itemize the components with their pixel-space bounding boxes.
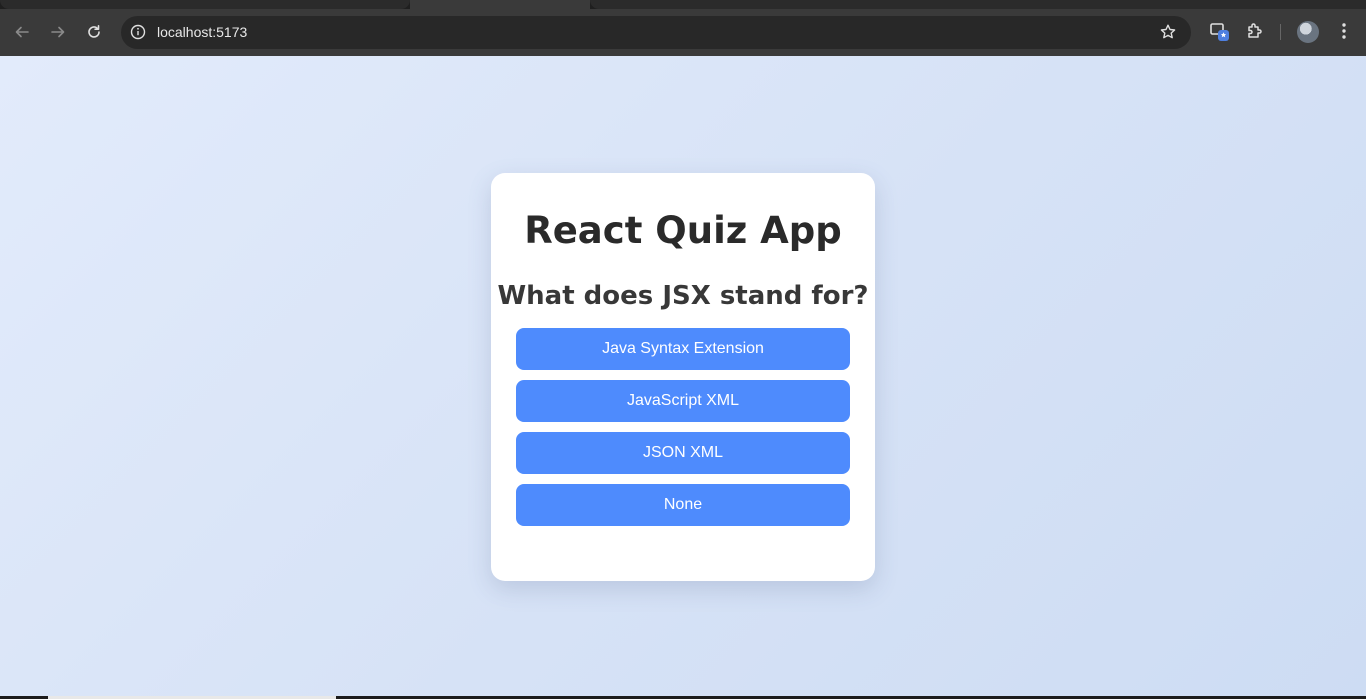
toolbar-divider [1280, 24, 1281, 40]
tab-active[interactable] [410, 0, 590, 9]
quiz-card: React Quiz App What does JSX stand for? … [491, 173, 875, 581]
back-button[interactable] [9, 19, 35, 45]
tab-search-icon [1210, 23, 1229, 41]
browser-menu-button[interactable] [1333, 20, 1355, 42]
reload-button[interactable] [81, 19, 107, 45]
extensions-button[interactable] [1244, 20, 1266, 42]
tab-strip [0, 0, 1366, 9]
profile-avatar-icon[interactable] [1297, 21, 1319, 43]
answer-button-javascript-xml[interactable]: JavaScript XML [516, 380, 850, 422]
answer-button-json-xml[interactable]: JSON XML [516, 432, 850, 474]
question-text: What does JSX stand for? [497, 281, 869, 311]
forward-button[interactable] [45, 19, 71, 45]
menu-kebab-icon [1342, 23, 1346, 39]
answer-button-none[interactable]: None [516, 484, 850, 526]
forward-arrow-icon [51, 26, 65, 38]
answer-button-java-syntax-extension[interactable]: Java Syntax Extension [516, 328, 850, 370]
bookmark-star-icon[interactable] [1159, 23, 1177, 41]
quiz-title: React Quiz App [524, 209, 842, 252]
tab-inactive[interactable] [590, 0, 1366, 9]
tab-search-button[interactable] [1209, 20, 1231, 42]
extensions-icon [1248, 23, 1262, 38]
reload-icon [88, 25, 100, 38]
address-bar[interactable]: localhost:5173 [121, 16, 1191, 49]
page-viewport: React Quiz App What does JSX stand for? … [0, 56, 1366, 699]
back-arrow-icon [15, 26, 29, 38]
tab-inactive[interactable] [0, 0, 410, 9]
url-text[interactable]: localhost:5173 [157, 24, 247, 40]
site-info-icon[interactable] [129, 23, 147, 41]
browser-toolbar: localhost:5173 [0, 9, 1366, 56]
